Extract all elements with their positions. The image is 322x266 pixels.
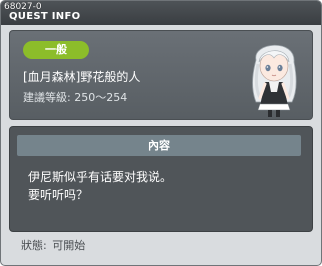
npc-portrait-icon <box>252 44 297 117</box>
level-label: 建議等級: <box>23 91 71 104</box>
status-value: 可開始 <box>52 239 86 252</box>
recommended-level: 建議等級: 250～254 <box>23 91 127 105</box>
quest-status: 狀態: 可開始 <box>21 239 85 253</box>
content-header: 內容 <box>17 135 301 156</box>
status-label: 狀態: <box>21 239 47 252</box>
dialog-line: 要听听吗？ <box>28 188 89 202</box>
quest-name: [血月森林]野花般的人 <box>23 70 141 84</box>
quest-summary-panel: 一般 [血月森林]野花般的人 建議等級: 250～254 <box>9 30 313 120</box>
level-range: 250～254 <box>74 91 128 104</box>
dialog-line: 伊尼斯似乎有话要对我说。 <box>28 170 173 184</box>
title-bar[interactable]: 68027-0 QUEST INFO <box>1 1 321 25</box>
window-title: QUEST INFO <box>9 11 81 22</box>
quest-content-panel: 內容 伊尼斯似乎有话要对我说。 要听听吗？ <box>9 126 313 232</box>
quest-category-badge: 一般 <box>23 41 89 59</box>
quest-info-window: 68027-0 QUEST INFO 一般 [血月森林]野花般的人 建議等級: … <box>0 0 322 266</box>
